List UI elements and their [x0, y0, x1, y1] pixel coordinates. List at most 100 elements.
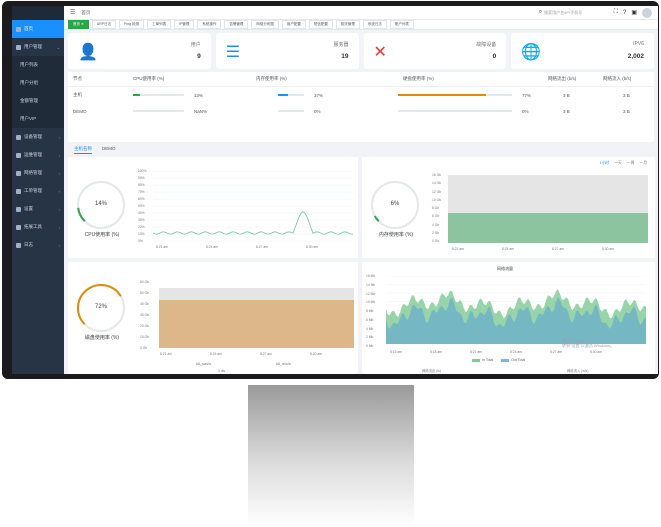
- avatar[interactable]: [642, 7, 652, 18]
- disk-gauge-label: 磁盘使用率 (%): [84, 335, 120, 341]
- y-tick-label: 20 Gb: [140, 324, 149, 328]
- memory-panel: 6% 内存使用率 (%) 1小时 一天 一周 一月 16 Gb 14 Gb 12 Gb 10…: [362, 157, 655, 258]
- tab-6[interactable]: 告警管理: [224, 20, 249, 29]
- sidebar-item-label: 网络管理: [24, 170, 42, 175]
- sidebar-item-icon: [16, 44, 21, 50]
- tab-2[interactable]: Ping 检测: [119, 20, 145, 29]
- cpu-gauge-arc: [77, 207, 86, 222]
- range-option-1[interactable]: 一天: [614, 161, 622, 166]
- net-in-value: 3 B: [623, 108, 630, 114]
- sidebar-item-5[interactable]: 用户VIP: [12, 110, 64, 128]
- search-box[interactable]: ⌕ 搜索用户名/IP/手机号: [539, 9, 609, 16]
- stats-row[interactable]: 主机 13% 37% 77% 3 B 3 B: [68, 86, 654, 102]
- network-out-label: 网络流出 (/s): [422, 369, 441, 373]
- cpu-panel: 14% CPU使用率 (%) 100% 90% 80% 70% 60% 50% 40% 30%…: [68, 157, 358, 258]
- sidebar-item-10[interactable]: 设置 ›: [12, 200, 64, 218]
- tab-7[interactable]: 网络分布图: [251, 20, 279, 29]
- cpu-gauge-value: 14%: [94, 201, 107, 207]
- sidebar-item-12[interactable]: 日志 ›: [12, 236, 64, 254]
- legend-item[interactable]: Out Total: [501, 358, 525, 362]
- stats-header-mem: 内存使用率 (%): [256, 76, 287, 81]
- range-option-0[interactable]: 1小时: [600, 161, 610, 166]
- tab-10[interactable]: 相关管理: [335, 20, 360, 29]
- summary-card-3[interactable]: 🌐 IPV6 2,002: [511, 33, 654, 69]
- tab-11[interactable]: 系统日志: [362, 20, 387, 29]
- tab-0[interactable]: 首页 ✕: [68, 20, 89, 29]
- x-tick-label: 8:24 am: [210, 352, 222, 356]
- menu-toggle-icon[interactable]: ☰: [70, 9, 75, 16]
- sidebar-item-label: 运维管理: [24, 152, 42, 157]
- sidebar-item-1[interactable]: 用户管理 ⌄: [12, 38, 64, 56]
- stats-row[interactable]: DEMO NaN% 0% 0% 3 B 3 B: [68, 104, 654, 118]
- disk-area-chart: [159, 288, 354, 348]
- tab-4[interactable]: IP管理: [174, 20, 195, 29]
- card-value: 9: [197, 53, 201, 60]
- y-tick-label: 14 Gb: [432, 181, 441, 186]
- sidebar-item-11[interactable]: 拓展工具 ›: [12, 218, 64, 236]
- summary-card-0[interactable]: 👤 用户 9: [68, 33, 211, 69]
- disk-device-1: k8_sas/s: [196, 362, 211, 366]
- tab-9[interactable]: 短信配置: [308, 20, 333, 29]
- subtab-host[interactable]: 主机名称: [74, 146, 92, 154]
- cpu-usage-bar: [133, 110, 184, 112]
- sidebar-item-4[interactable]: 金额管理: [12, 92, 64, 110]
- topbar: ☰ 首页 ⌕ 搜索用户名/IP/手机号 ⛶ ? ▣: [64, 6, 658, 20]
- range-option-3[interactable]: 一月: [639, 161, 647, 166]
- y-tick-label: 0 Gb: [140, 346, 148, 350]
- card-label: IPV6: [633, 41, 644, 47]
- time-range-controls: 1小时 一天 一周 一月: [600, 161, 648, 166]
- card-label: 服务器: [333, 42, 349, 48]
- tab-1[interactable]: ARP日志: [91, 20, 117, 29]
- sidebar-item-9[interactable]: 工单管理 ›: [12, 182, 64, 200]
- disk-bottom-label: 3 dls: [218, 369, 225, 373]
- notification-icon[interactable]: ▣: [631, 9, 637, 16]
- y-tick-label: 60 Gb: [140, 280, 149, 284]
- y-tick-label: 4 Mb: [366, 326, 374, 331]
- chevron-icon: ›: [58, 170, 60, 176]
- chevron-icon: ›: [58, 134, 60, 140]
- y-tick-label: 8 Gb: [432, 206, 440, 210]
- legend-item[interactable]: In Total: [472, 358, 493, 362]
- disk-gauge: [77, 284, 125, 332]
- screen: 首页 用户管理 ⌄ 用户列表 用户分组 金额管理 用户VIP 设备管理 › 运维管理 › 网络管理 › 工…: [12, 6, 658, 374]
- y-tick-label: 16 Gb: [432, 173, 441, 177]
- x-tick-label: 8:30 am: [590, 350, 602, 354]
- chevron-icon: ⌄: [56, 44, 60, 50]
- monitor-frame: 首页 用户管理 ⌄ 用户列表 用户分组 金额管理 用户VIP 设备管理 › 运维管理 › 网络管理 › 工…: [2, 1, 659, 379]
- tab-12[interactable]: 账户列表: [389, 20, 414, 29]
- sidebar-item-icon: [16, 170, 21, 176]
- y-tick-label: 30 Gb: [140, 313, 149, 317]
- sidebar-item-6[interactable]: 设备管理 ›: [12, 128, 64, 146]
- y-tick-label: 12 Gb: [432, 189, 441, 194]
- sidebar-item-icon: [16, 152, 21, 158]
- memory-gauge: [371, 181, 419, 229]
- network-in-label: 网络流入 (/s/s): [567, 369, 589, 373]
- summary-card-1[interactable]: ☰ 服务器 19: [215, 33, 359, 69]
- range-option-2[interactable]: 一周: [627, 161, 635, 166]
- sidebar-item-7[interactable]: 运维管理 ›: [12, 146, 64, 164]
- search-input[interactable]: 搜索用户名/IP/手机号: [544, 10, 582, 16]
- subtab-demo[interactable]: DEMO: [102, 146, 116, 154]
- tab-3[interactable]: 工单列表: [147, 20, 172, 29]
- disk-used-area: [159, 300, 354, 348]
- y-tick-label: 10 Mb: [366, 300, 376, 305]
- memory-gauge-arc: [373, 215, 380, 222]
- sidebar-item-0[interactable]: 首页: [12, 20, 64, 38]
- summary-card-2[interactable]: ✕ 故障设备 0: [363, 33, 507, 69]
- chevron-icon: ›: [58, 242, 60, 248]
- tab-8[interactable]: 用户配置: [281, 20, 306, 29]
- help-icon[interactable]: ?: [623, 10, 626, 16]
- tab-5[interactable]: 系统操作: [197, 20, 222, 29]
- stats-node-name: DEMO: [73, 108, 87, 114]
- sidebar-item-2[interactable]: 用户列表: [12, 56, 64, 74]
- card-value: 2,002: [627, 53, 644, 60]
- fullscreen-icon[interactable]: ⛶: [614, 9, 618, 16]
- y-tick-label: 60%: [138, 197, 145, 201]
- x-tick-label: 8:21 am: [470, 350, 482, 354]
- sidebar-item-8[interactable]: 网络管理 ›: [12, 164, 64, 182]
- x-tick-label: 8:30 am: [602, 247, 614, 251]
- monitor-stand: [248, 385, 414, 527]
- net-out-value: 3 B: [563, 92, 570, 98]
- sidebar-item-3[interactable]: 用户分组: [12, 74, 64, 92]
- sidebar-item-label: 用户分组: [20, 80, 38, 85]
